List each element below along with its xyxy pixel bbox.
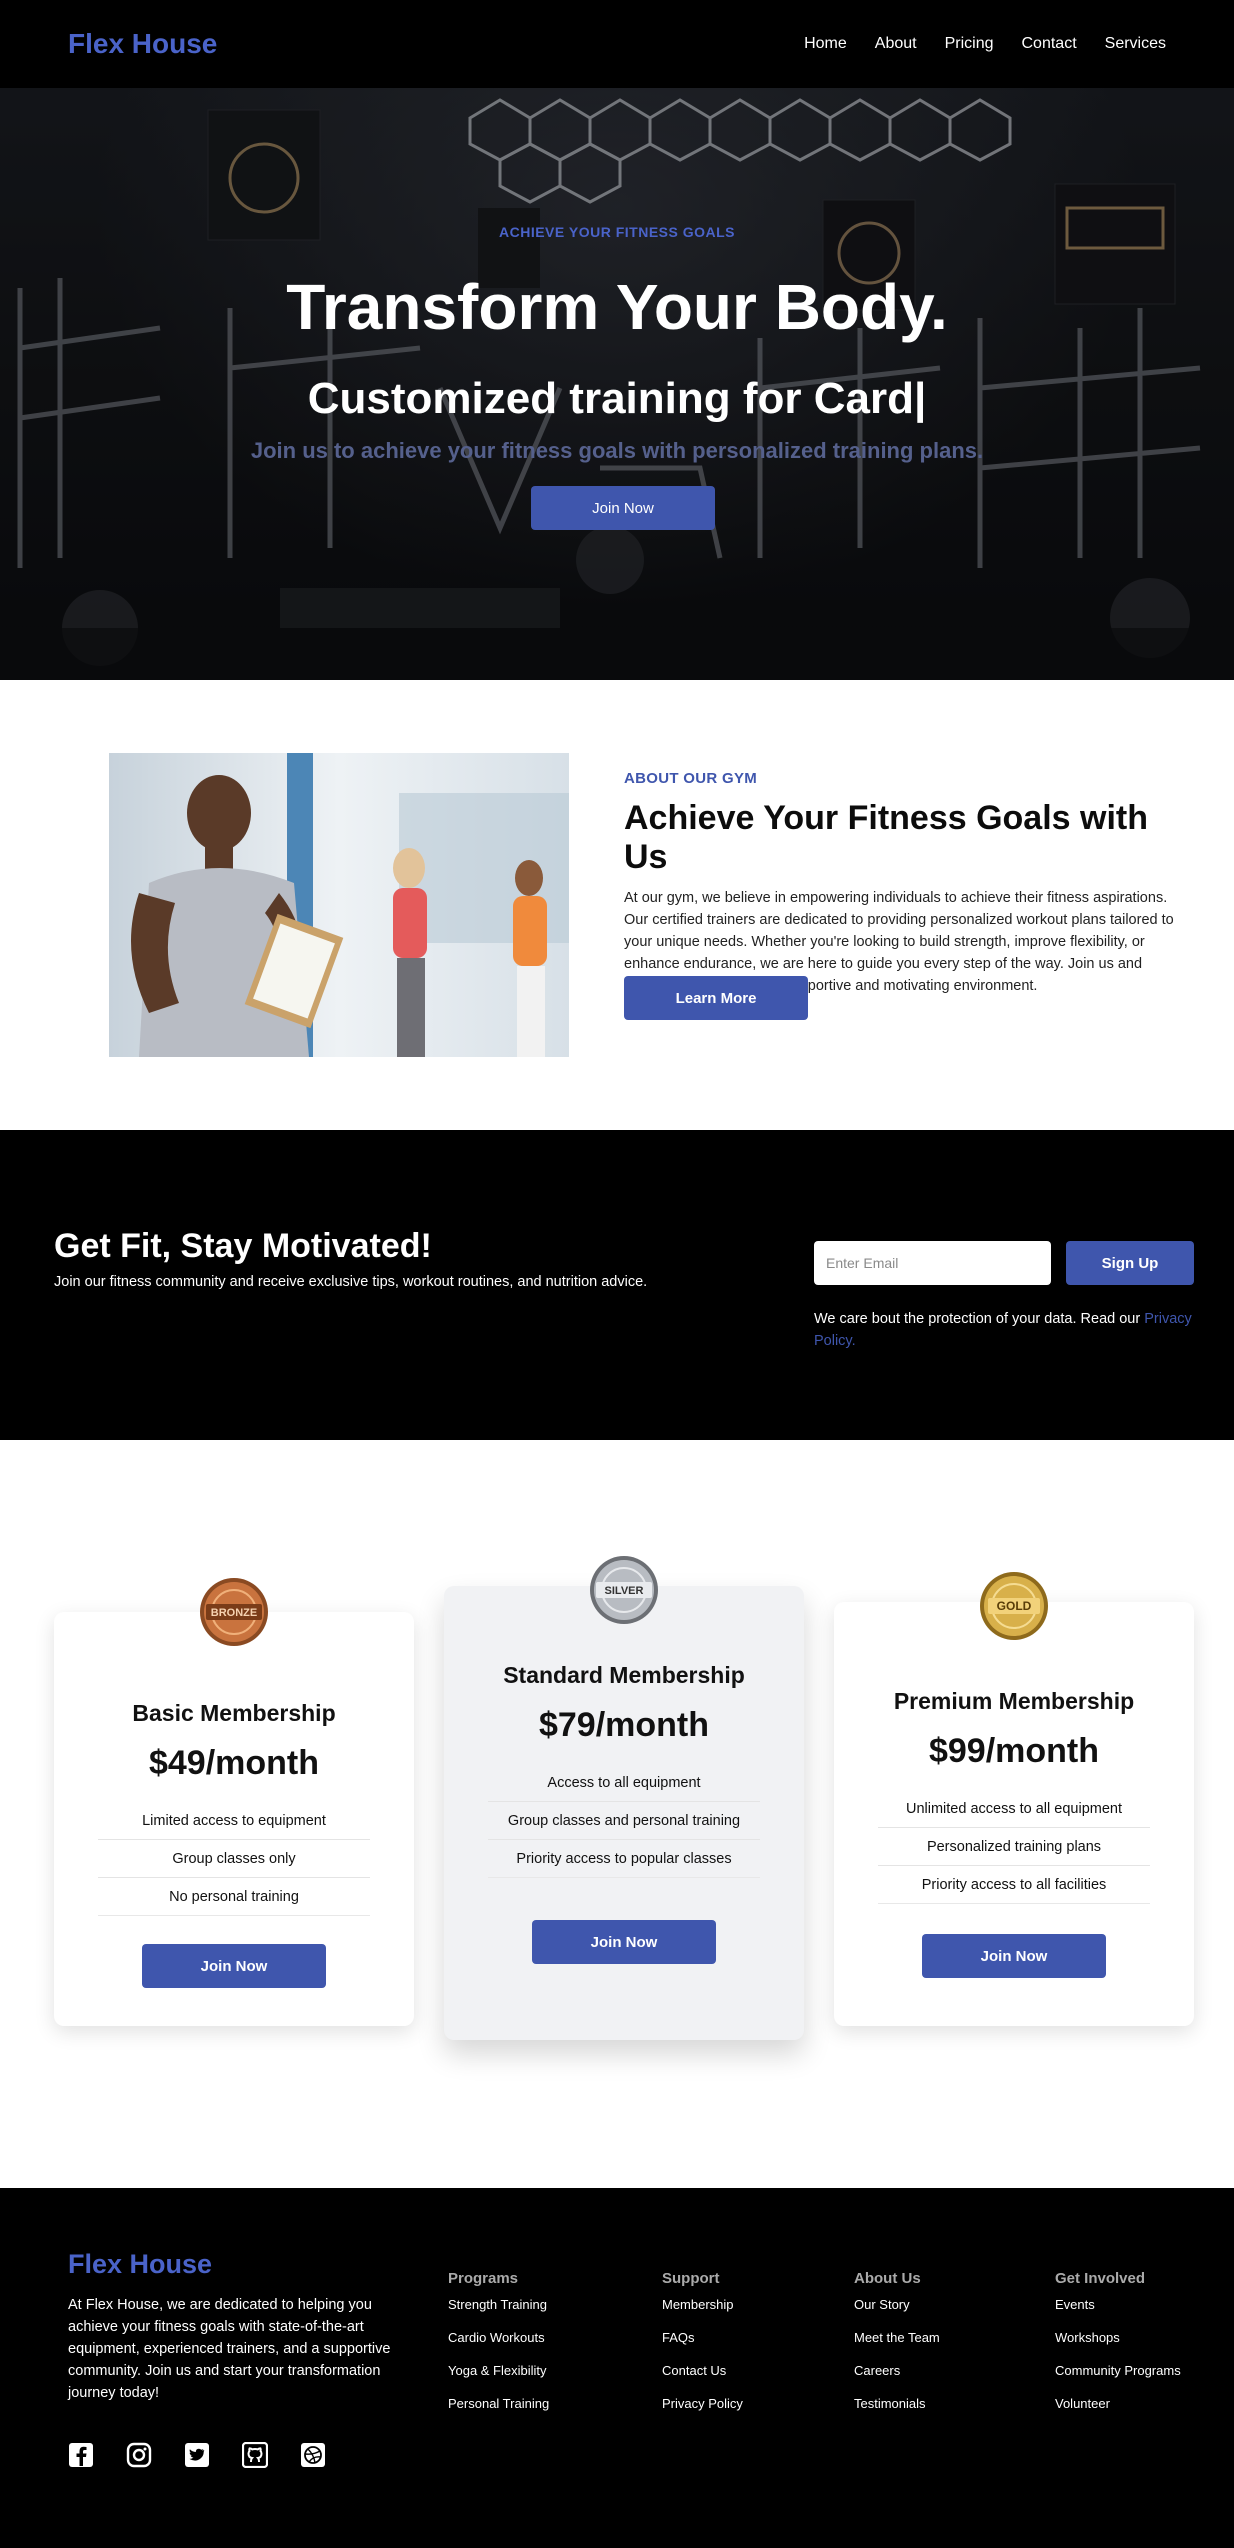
nav-link-about[interactable]: About bbox=[875, 35, 917, 53]
footer-link[interactable]: Membership bbox=[662, 2295, 743, 2328]
plan-title: Basic Membership bbox=[132, 1700, 336, 1726]
hero-join-button[interactable]: Join Now bbox=[531, 486, 715, 530]
pricing-card-standard: SILVER Standard Membership $79/month Acc… bbox=[444, 1556, 804, 2040]
trainer-photo bbox=[109, 753, 569, 1057]
footer-link[interactable]: Personal Training bbox=[448, 2394, 549, 2427]
github-icon[interactable] bbox=[241, 2441, 269, 2469]
badge-label: GOLD bbox=[997, 1599, 1032, 1613]
footer-link[interactable]: Volunteer bbox=[1055, 2394, 1181, 2427]
sign-up-button[interactable]: Sign Up bbox=[1066, 1241, 1194, 1285]
plan-price: $49/month bbox=[148, 1744, 320, 1782]
top-navbar: Flex House Home About Pricing Contact Se… bbox=[0, 0, 1234, 88]
footer-link[interactable]: Workshops bbox=[1055, 2328, 1181, 2361]
plan-feature: Group classes only bbox=[98, 1840, 370, 1878]
footer-link[interactable]: Strength Training bbox=[448, 2295, 549, 2328]
plan-feature: Priority access to all facilities bbox=[878, 1866, 1150, 1904]
plan-features: Unlimited access to all equipment Person… bbox=[878, 1790, 1150, 1904]
about-eyebrow: ABOUT OUR GYM bbox=[624, 770, 758, 787]
gold-badge-icon: GOLD bbox=[980, 1572, 1048, 1640]
privacy-text: We care bout the protection of your data… bbox=[814, 1311, 1141, 1327]
plan-feature: Personalized training plans bbox=[878, 1828, 1150, 1866]
footer-link[interactable]: Careers bbox=[854, 2361, 940, 2394]
footer-description: At Flex House, we are dedicated to helpi… bbox=[68, 2297, 391, 2401]
privacy-note: We care bout the protection of your data… bbox=[814, 1308, 1194, 1352]
footer-link[interactable]: Testimonials bbox=[854, 2394, 940, 2427]
newsletter-subtitle: Join our fitness community and receive e… bbox=[54, 1274, 648, 1290]
plan-title: Standard Membership bbox=[503, 1662, 745, 1688]
hero-section: ACHIEVE YOUR FITNESS GOALS Transform You… bbox=[0, 88, 1234, 680]
plan-join-button[interactable]: Join Now bbox=[532, 1920, 716, 1964]
footer-link[interactable]: Community Programs bbox=[1055, 2361, 1181, 2394]
footer-column-programs: Programs Strength Training Cardio Workou… bbox=[448, 2270, 549, 2427]
footer-link[interactable]: Cardio Workouts bbox=[448, 2328, 549, 2361]
plan-features: Access to all equipment Group classes an… bbox=[488, 1764, 760, 1878]
plan-feature: Priority access to popular classes bbox=[488, 1840, 760, 1878]
instagram-icon[interactable] bbox=[126, 2442, 152, 2468]
plan-price: $99/month bbox=[928, 1732, 1100, 1770]
twitter-icon[interactable] bbox=[184, 2442, 210, 2468]
footer-column-support: Support Membership FAQs Contact Us Priva… bbox=[662, 2270, 743, 2427]
pricing-card-premium: GOLD Premium Membership $99/month Unlimi… bbox=[834, 1572, 1194, 2026]
footer-column-about-us: About Us Our Story Meet the Team Careers… bbox=[854, 2270, 940, 2427]
footer-link[interactable]: Our Story bbox=[854, 2295, 940, 2328]
footer-link[interactable]: Events bbox=[1055, 2295, 1181, 2328]
footer-link[interactable]: Meet the Team bbox=[854, 2328, 940, 2361]
plan-join-button[interactable]: Join Now bbox=[142, 1944, 326, 1988]
nav-link-contact[interactable]: Contact bbox=[1022, 35, 1077, 53]
pricing-card-basic: BRONZE Basic Membership $49/month Limite… bbox=[54, 1578, 414, 2026]
plan-feature: Unlimited access to all equipment bbox=[878, 1790, 1150, 1828]
brand-logo[interactable]: Flex House bbox=[68, 28, 217, 60]
footer-link[interactable]: Contact Us bbox=[662, 2361, 743, 2394]
email-input[interactable] bbox=[814, 1241, 1051, 1285]
newsletter-title: Get Fit, Stay Motivated! bbox=[54, 1227, 432, 1265]
plan-feature: Group classes and personal training bbox=[488, 1802, 760, 1840]
footer-link[interactable]: FAQs bbox=[662, 2328, 743, 2361]
nav-link-services[interactable]: Services bbox=[1105, 35, 1166, 53]
footer-column-title: Get Involved bbox=[1055, 2270, 1146, 2287]
plan-feature: No personal training bbox=[98, 1878, 370, 1916]
plan-title: Premium Membership bbox=[893, 1688, 1135, 1714]
about-title: Achieve Your Fitness Goals with Us bbox=[624, 799, 1148, 876]
newsletter-section: Get Fit, Stay Motivated! Join our fitnes… bbox=[0, 1130, 1234, 1440]
footer-brand[interactable]: Flex House bbox=[68, 2249, 212, 2280]
footer-link[interactable]: Yoga & Flexibility bbox=[448, 2361, 549, 2394]
plan-features: Limited access to equipment Group classe… bbox=[98, 1802, 370, 1916]
hero-subtitle: Customized training for Card| bbox=[307, 374, 927, 423]
plan-price: $79/month bbox=[538, 1706, 710, 1744]
hero-description: Join us to achieve your fitness goals wi… bbox=[250, 438, 984, 463]
facebook-icon[interactable] bbox=[68, 2442, 94, 2468]
badge-label: SILVER bbox=[605, 1585, 644, 1597]
plan-join-button[interactable]: Join Now bbox=[922, 1934, 1106, 1978]
silver-badge-icon: SILVER bbox=[590, 1556, 658, 1624]
footer-column-title: Support bbox=[662, 2270, 720, 2287]
hero-title: Transform Your Body. bbox=[286, 271, 948, 343]
nav-links: Home About Pricing Contact Services bbox=[804, 35, 1166, 53]
plan-feature: Limited access to equipment bbox=[98, 1802, 370, 1840]
nav-link-pricing[interactable]: Pricing bbox=[945, 35, 994, 53]
footer: Flex House At Flex House, we are dedicat… bbox=[0, 2188, 1234, 2548]
bronze-badge-icon: BRONZE bbox=[200, 1578, 268, 1646]
nav-link-home[interactable]: Home bbox=[804, 35, 847, 53]
footer-column-title: About Us bbox=[854, 2270, 921, 2287]
plan-feature: Access to all equipment bbox=[488, 1764, 760, 1802]
about-text-block: ABOUT OUR GYM Achieve Your Fitness Goals… bbox=[624, 770, 1194, 997]
footer-link[interactable]: Privacy Policy bbox=[662, 2394, 743, 2427]
social-links bbox=[68, 2441, 326, 2469]
footer-column-title: Programs bbox=[448, 2270, 519, 2287]
dribbble-icon[interactable] bbox=[300, 2442, 326, 2468]
footer-column-get-involved: Get Involved Events Workshops Community … bbox=[1055, 2270, 1181, 2427]
learn-more-button[interactable]: Learn More bbox=[624, 976, 808, 1020]
hero-eyebrow: ACHIEVE YOUR FITNESS GOALS bbox=[499, 224, 735, 240]
badge-label: BRONZE bbox=[211, 1607, 257, 1619]
